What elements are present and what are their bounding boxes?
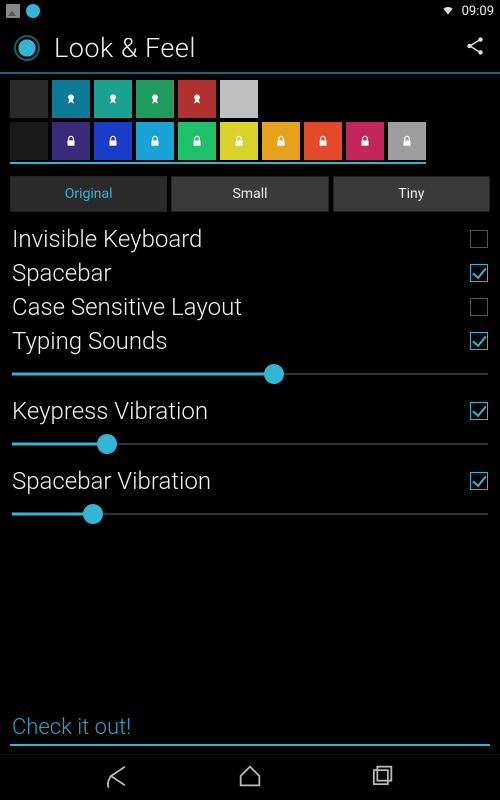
theme-swatch[interactable]	[262, 122, 300, 160]
theme-swatch[interactable]	[220, 80, 258, 118]
theme-swatch[interactable]	[388, 122, 426, 160]
status-bar: 09:09	[0, 0, 500, 22]
theme-swatch[interactable]	[94, 80, 132, 118]
android-nav-bar	[0, 754, 500, 800]
theme-swatch[interactable]	[178, 80, 216, 118]
tab-small[interactable]: Small	[171, 176, 328, 212]
home-icon[interactable]	[236, 762, 264, 794]
setting-spacebar[interactable]: Spacebar	[12, 256, 488, 290]
theme-swatch[interactable]	[136, 80, 174, 118]
setting-spacebar-vibration[interactable]: Spacebar Vibration	[12, 464, 488, 498]
checkbox[interactable]	[470, 298, 488, 316]
tab-original[interactable]: Original	[10, 176, 167, 212]
slider-typing-sounds[interactable]	[12, 360, 488, 388]
checkbox[interactable]	[470, 264, 488, 282]
checkbox[interactable]	[470, 230, 488, 248]
app-bar: Look & Feel	[0, 22, 500, 74]
setting-typing-sounds[interactable]: Typing Sounds	[12, 324, 488, 358]
setting-label: Spacebar Vibration	[12, 467, 470, 495]
theme-swatch[interactable]	[52, 80, 90, 118]
recents-icon[interactable]	[368, 762, 396, 794]
app-logo-icon	[14, 35, 40, 61]
theme-swatch[interactable]	[178, 122, 216, 160]
setting-label: Case Sensitive Layout	[12, 293, 470, 321]
checkbox[interactable]	[470, 472, 488, 490]
preview-input-area	[0, 705, 500, 752]
notification-app-icon	[26, 4, 40, 18]
wifi-icon	[440, 4, 456, 18]
checkbox[interactable]	[470, 332, 488, 350]
setting-label: Spacebar	[12, 259, 470, 287]
setting-label: Invisible Keyboard	[12, 225, 470, 253]
preview-input[interactable]	[10, 711, 490, 746]
tab-tiny[interactable]: Tiny	[333, 176, 490, 212]
setting-case-sensitive[interactable]: Case Sensitive Layout	[12, 290, 488, 324]
setting-keypress-vibration[interactable]: Keypress Vibration	[12, 394, 488, 428]
settings-list: Invisible Keyboard Spacebar Case Sensiti…	[0, 222, 500, 528]
checkbox[interactable]	[470, 402, 488, 420]
theme-swatch[interactable]	[52, 122, 90, 160]
slider-keypress-vibration[interactable]	[12, 430, 488, 458]
notification-image-icon	[6, 4, 20, 18]
size-tabs: OriginalSmallTiny	[0, 172, 500, 222]
status-clock: 09:09	[462, 4, 494, 19]
slider-spacebar-vibration[interactable]	[12, 500, 488, 528]
theme-swatches	[0, 74, 500, 172]
setting-label: Keypress Vibration	[12, 397, 470, 425]
back-icon[interactable]	[104, 762, 132, 794]
theme-swatch[interactable]	[136, 122, 174, 160]
theme-swatch[interactable]	[304, 122, 342, 160]
theme-swatch[interactable]	[220, 122, 258, 160]
theme-swatch[interactable]	[94, 122, 132, 160]
theme-swatch[interactable]	[346, 122, 384, 160]
theme-swatch[interactable]	[10, 80, 48, 118]
theme-swatch[interactable]	[10, 122, 48, 160]
share-icon[interactable]	[464, 35, 486, 61]
setting-invisible-keyboard[interactable]: Invisible Keyboard	[12, 222, 488, 256]
setting-label: Typing Sounds	[12, 327, 470, 355]
page-title: Look & Feel	[54, 32, 196, 64]
